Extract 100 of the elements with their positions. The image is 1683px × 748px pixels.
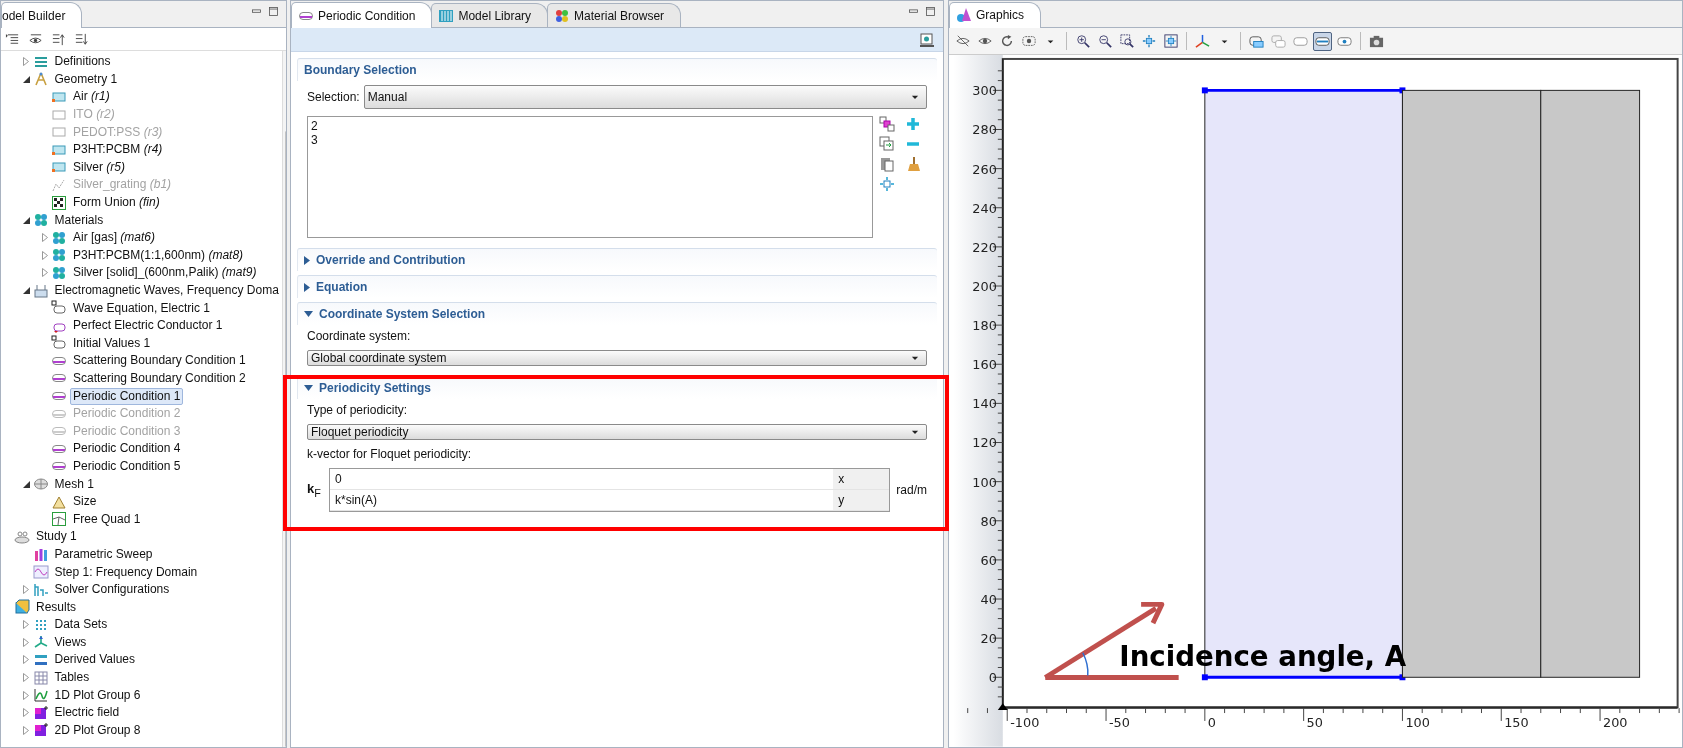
domain-rectangle[interactable] [1540,90,1641,679]
toolbar-button[interactable] [1117,31,1136,51]
collapsed-triangle-icon[interactable] [23,620,29,630]
selection-list[interactable]: 2 3 [307,116,873,238]
collapsed-triangle-icon[interactable] [41,250,48,260]
tree-item[interactable]: Size [70,493,100,511]
expanded-triangle-icon[interactable] [22,480,30,488]
tree-item[interactable]: Perfect Electric Conductor 1 [70,317,226,335]
collapsed-triangle-icon[interactable] [23,637,29,647]
antenna-icon [32,282,49,299]
tree-item[interactable]: Step 1: Frequency Domain [51,563,201,581]
table-icon [32,669,49,686]
tree-item[interactable]: Air (r1) [70,88,113,106]
collapsed-triangle-icon[interactable] [23,655,29,665]
tree-item[interactable]: Periodic Condition 4 [70,440,184,458]
tree-item[interactable]: Wave Equation, Electric 1 [70,299,213,317]
panel-tab[interactable]: Graphics [949,1,1042,28]
list-item[interactable]: 3 [311,133,869,147]
expanded-triangle-icon[interactable] [304,385,313,391]
tree-item[interactable]: Geometry 1 [51,70,121,88]
tree-item[interactable]: 1D Plot Group 6 [51,686,144,704]
stack-icon [14,528,30,545]
tree-item[interactable]: Periodic Condition 1 [70,387,184,405]
collapsed-triangle-icon[interactable] [23,57,29,67]
cone-icon [956,7,972,24]
tree-item[interactable]: Scattering Boundary Condition 1 [70,352,249,370]
tree-item[interactable]: Mesh 1 [51,475,97,493]
tree-item[interactable]: Silver (r5) [70,158,128,176]
collapsed-triangle-icon[interactable] [41,268,48,278]
coordinate-dropdown[interactable]: Global coordinate system [307,350,927,366]
axis-tick-label: 100 [1405,715,1430,731]
axis-tick-label: -100 [1010,715,1040,731]
tree-item[interactable]: Study 1 [33,528,80,546]
expanded-triangle-icon[interactable] [22,287,30,294]
collapsed-triangle-icon[interactable] [23,585,29,595]
toolbar-button[interactable] [1313,31,1332,51]
tree-item[interactable]: Electric field [51,704,123,722]
tree-item[interactable]: Scattering Boundary Condition 2 [70,370,249,387]
tree-item[interactable]: Derived Values [51,651,138,669]
tree-item[interactable]: Parametric Sweep [51,545,156,563]
selection-dropdown[interactable]: Manual [363,85,927,109]
tree-item[interactable]: 2D Plot Group 8 [51,721,144,739]
collapsed-triangle-icon[interactable] [23,725,29,735]
surface-plot-icon [32,722,49,739]
collapsed-triangle-icon[interactable] [41,233,48,243]
vector-symbol: k$_{F}$ [307,481,322,499]
add-icon [905,116,921,132]
clipboard-icon [879,156,895,172]
move-up-icon [51,31,66,47]
axis-tick-label: 120 [972,435,997,451]
tree-item[interactable]: P3HT:PCBM(1:1,600nm) (mat8) [70,246,247,264]
scrollbar[interactable] [281,51,286,747]
section-title[interactable]: Coordinate System Selection [319,307,486,321]
expanded-triangle-icon[interactable] [22,75,30,83]
collapsed-triangle-icon[interactable] [304,282,310,292]
section-title[interactable]: Override and Contribution [316,253,466,267]
tree-item[interactable]: P3HT:PCBM (r4) [70,141,166,159]
list-item[interactable]: 2 [311,119,869,133]
mesh-icon [32,476,49,493]
collapsed-triangle-icon[interactable] [23,673,29,683]
axis-tick-label: 180 [972,318,997,334]
collapsed-triangle-icon[interactable] [23,690,29,700]
tree-item[interactable]: Definitions [51,53,114,71]
panel-tab[interactable]: Material Browser [547,3,682,27]
axes-icon [1195,33,1210,49]
wave-icon [32,564,49,580]
cluster-icon [51,247,67,264]
section-title[interactable]: Boundary Selection [304,63,417,77]
panel-tab[interactable]: Periodic Condition [291,2,433,28]
tree-item[interactable]: Form Union (fin) [70,194,163,212]
tree-item[interactable]: Materials [51,211,107,229]
collapsed-triangle-icon[interactable] [304,255,310,265]
tree-item[interactable]: Data Sets [51,616,111,634]
expanded-triangle-icon[interactable] [304,311,313,317]
tree-item[interactable]: Initial Values 1 [70,334,154,352]
tree-item[interactable]: Silver [solid]_(600nm,Palik) (mat9) [70,264,260,282]
panel-tab[interactable]: Model Library [431,3,549,27]
zoom-out-icon [1097,34,1112,48]
steps-icon [32,581,49,598]
line-plot-icon [32,687,49,704]
tree-item[interactable]: Solver Configurations [51,581,173,599]
section-title[interactable]: Equation [316,280,368,294]
tree-item[interactable]: Views [51,633,90,651]
tree-item[interactable]: Tables [51,669,93,687]
tree-item[interactable]: Air [gas] (mat6) [70,229,159,247]
axis-tick-label: 100 [972,474,997,490]
tree-item[interactable]: Results [33,598,79,616]
periodicity-dropdown[interactable]: Floquet periodicity [307,424,927,440]
axis-tick-label: -50 [1109,715,1130,731]
toolbar-button[interactable] [1161,31,1180,51]
tree-item[interactable]: Free Quad 1 [70,510,144,528]
section-title[interactable]: Periodicity Settings [319,381,432,395]
eye-frame-icon [1021,34,1036,48]
axis-tick-label: 160 [972,357,997,373]
tree-item[interactable]: Electromagnetic Waves, Frequency Doma [51,282,282,299]
expanded-triangle-icon[interactable] [22,216,30,224]
collapsed-triangle-icon[interactable] [23,708,29,718]
panel-tab[interactable]: odel Builder [1,2,83,28]
tree-item[interactable]: Periodic Condition 5 [70,457,184,475]
axis-tick-label: 280 [972,122,997,138]
